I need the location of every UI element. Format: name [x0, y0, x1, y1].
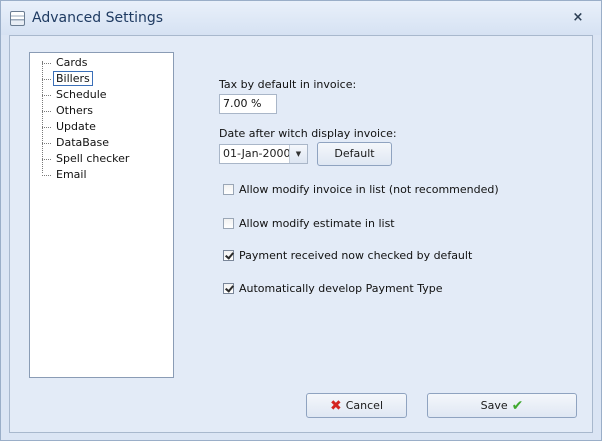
date-dropdown[interactable]: 01-Jan-2000 ▼: [219, 144, 308, 164]
tree-item-label: Cards: [56, 56, 88, 69]
tree-item-label: Email: [56, 168, 87, 181]
cancel-button[interactable]: ✖ Cancel: [306, 393, 407, 418]
tax-input[interactable]: 7.00 %: [219, 94, 277, 114]
title-bar[interactable]: Advanced Settings ×: [1, 1, 601, 35]
tree-item-label: Billers: [53, 71, 93, 86]
tree-dots: [42, 95, 51, 96]
tree-dots: [42, 159, 51, 160]
default-button[interactable]: Default: [317, 142, 392, 166]
window-title: Advanced Settings: [32, 10, 164, 26]
app-icon: [10, 11, 25, 26]
tree-item-cards[interactable]: Cards: [42, 56, 89, 70]
tree-dots: [42, 143, 51, 144]
tree-item-label: DataBase: [56, 136, 110, 149]
cancel-label: Cancel: [345, 399, 383, 412]
tree-item-label: Update: [56, 120, 96, 133]
date-value: 01-Jan-2000: [223, 147, 291, 160]
chevron-down-icon[interactable]: ▼: [289, 145, 307, 163]
tree-item-update[interactable]: Update: [42, 120, 98, 134]
date-label: Date after witch display invoice:: [219, 127, 397, 140]
tree-dots: [42, 79, 51, 80]
payment-received-label[interactable]: Payment received now checked by default: [239, 249, 472, 262]
tree-dots: [42, 127, 51, 128]
tree-dots: [42, 111, 51, 112]
develop-payment-type-checkbox[interactable]: [223, 283, 234, 294]
save-label: Save: [480, 399, 508, 412]
save-button[interactable]: Save ✔: [427, 393, 577, 418]
allow-modify-estimate-checkbox[interactable]: [223, 218, 234, 229]
tree-item-label: Schedule: [56, 88, 107, 101]
tree-item-billers[interactable]: Billers: [42, 71, 93, 86]
tree-item-label: Spell checker: [56, 152, 130, 165]
tree-item-spell-checker[interactable]: Spell checker: [42, 152, 131, 166]
tree-item-label: Others: [56, 104, 93, 117]
tree-item-email[interactable]: Email: [42, 168, 89, 182]
close-icon: ×: [572, 10, 584, 25]
allow-modify-invoice-checkbox[interactable]: [223, 184, 234, 195]
tree-dots: [42, 175, 51, 176]
allow-modify-estimate-label[interactable]: Allow modify estimate in list: [239, 217, 395, 230]
close-button[interactable]: ×: [570, 10, 586, 26]
tax-label: Tax by default in invoice:: [219, 78, 357, 91]
tree-item-others[interactable]: Others: [42, 104, 95, 118]
tree-item-database[interactable]: DataBase: [42, 136, 111, 150]
checkmark-icon: ✔: [511, 398, 524, 414]
payment-received-checkbox[interactable]: [223, 250, 234, 261]
tree-item-schedule[interactable]: Schedule: [42, 88, 109, 102]
allow-modify-invoice-label[interactable]: Allow modify invoice in list (not recomm…: [239, 183, 499, 196]
advanced-settings-window: Advanced Settings × Cards Billers Schedu…: [0, 0, 602, 441]
settings-tree: Cards Billers Schedule Others Update Dat…: [29, 52, 174, 378]
cancel-x-icon: ✖: [330, 398, 342, 414]
develop-payment-type-label[interactable]: Automatically develop Payment Type: [239, 282, 442, 295]
tree-dots: [42, 63, 51, 64]
